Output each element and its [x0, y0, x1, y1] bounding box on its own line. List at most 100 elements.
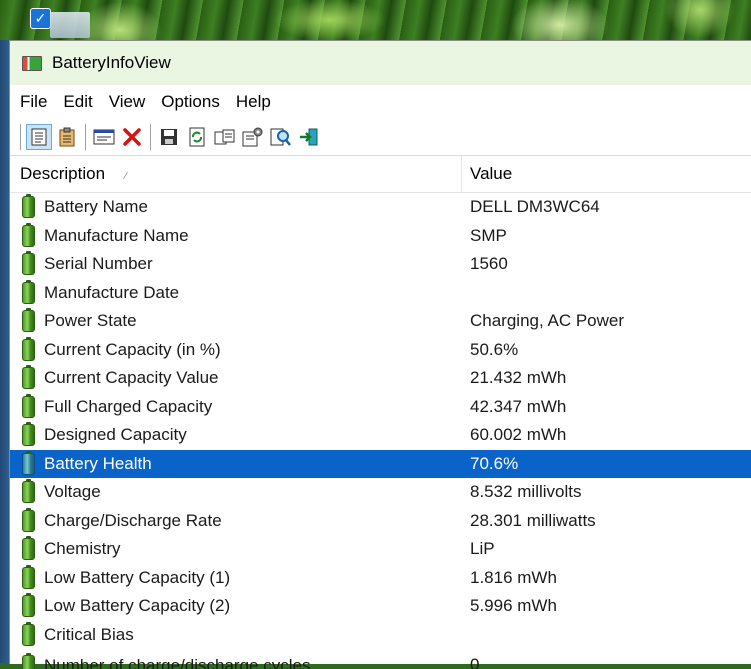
battery-icon — [22, 450, 35, 475]
row-description: Battery Health — [44, 453, 152, 473]
row-value: DELL DM3WC64 — [470, 197, 600, 217]
list-item[interactable]: Current Capacity (in %) 50.6% — [10, 336, 751, 365]
html-report-icon — [93, 129, 115, 145]
background-window-edge — [0, 40, 9, 663]
battery-icon — [22, 653, 35, 669]
title-bar[interactable]: BatteryInfoView — [10, 41, 751, 85]
row-description: Power State — [44, 311, 137, 331]
row-value: 60.002 mWh — [470, 425, 567, 445]
menu-bar: File Edit View Options Help — [10, 85, 751, 119]
battery-icon — [22, 194, 35, 219]
menu-file[interactable]: File — [12, 92, 55, 112]
row-description: Designed Capacity — [44, 425, 187, 445]
row-description: Charge/Discharge Rate — [44, 510, 222, 530]
copy-button[interactable] — [212, 124, 238, 150]
refresh-button[interactable] — [184, 124, 210, 150]
toolbar-separator — [150, 124, 151, 150]
list-item[interactable]: Power State Charging, AC Power — [10, 307, 751, 336]
row-value: 0 — [470, 655, 480, 669]
find-icon — [270, 128, 291, 146]
exit-icon — [300, 128, 318, 146]
battery-info-list[interactable]: Description ⁄ Value Battery Name DELL DM… — [10, 156, 751, 669]
battery-icon — [22, 422, 35, 447]
battery-icon — [22, 365, 35, 390]
row-value: 8.532 millivolts — [470, 482, 582, 502]
battery-icon — [22, 251, 35, 276]
column-header-description[interactable]: Description ⁄ — [10, 156, 462, 192]
list-item[interactable]: Battery Name DELL DM3WC64 — [10, 193, 751, 222]
row-value: LiP — [470, 539, 495, 559]
copy-icon — [214, 129, 235, 145]
list-item-selected[interactable]: Battery Health 70.6% — [10, 449, 751, 478]
refresh-icon — [189, 127, 205, 147]
row-description: Critical Bias — [44, 624, 134, 644]
row-value: 50.6% — [470, 339, 519, 359]
save-icon — [161, 129, 177, 145]
row-description: Low Battery Capacity (1) — [44, 567, 231, 587]
list-item[interactable]: Number of charge/discharge cycles 0 — [10, 649, 751, 669]
battery-icon — [22, 593, 35, 618]
battery-icon — [22, 564, 35, 589]
app-icon — [22, 55, 42, 71]
desktop-shortcut-icon[interactable] — [50, 12, 90, 38]
desktop-checkbox-icon[interactable]: ✓ — [30, 8, 51, 29]
list-item[interactable]: Critical Bias — [10, 621, 751, 650]
battery-icon — [22, 536, 35, 561]
row-description: Manufacture Name — [44, 225, 189, 245]
app-window: BatteryInfoView File Edit View Options H… — [9, 40, 751, 669]
row-value: 5.996 mWh — [470, 596, 557, 616]
battery-icon — [22, 479, 35, 504]
list-item[interactable]: Manufacture Name SMP — [10, 222, 751, 251]
delete-icon — [123, 128, 141, 146]
column-header-value[interactable]: Value — [462, 164, 512, 184]
battery-icon — [22, 507, 35, 532]
menu-view[interactable]: View — [101, 92, 154, 112]
row-description: Current Capacity Value — [44, 368, 219, 388]
list-item[interactable]: Full Charged Capacity 42.347 mWh — [10, 393, 751, 422]
menu-options[interactable]: Options — [153, 92, 228, 112]
window-title: BatteryInfoView — [52, 53, 171, 72]
list-item[interactable]: Low Battery Capacity (1) 1.816 mWh — [10, 564, 751, 593]
menu-help[interactable]: Help — [228, 92, 279, 112]
save-button[interactable] — [156, 124, 182, 150]
properties-view-button[interactable] — [26, 124, 52, 150]
menu-edit[interactable]: Edit — [55, 92, 100, 112]
row-value: 21.432 mWh — [470, 368, 567, 388]
row-description: Current Capacity (in %) — [44, 339, 221, 359]
list-item[interactable]: Charge/Discharge Rate 28.301 milliwatts — [10, 507, 751, 536]
sort-arrow-icon: ⁄ — [125, 170, 127, 182]
battery-icon — [22, 621, 35, 646]
battery-icon — [22, 222, 35, 247]
battery-icon — [22, 308, 35, 333]
list-header: Description ⁄ Value — [10, 156, 751, 193]
list-item[interactable]: Chemistry LiP — [10, 535, 751, 564]
options-icon — [242, 127, 263, 147]
row-description: Serial Number — [44, 254, 153, 274]
row-value: 70.6% — [470, 453, 519, 473]
list-item[interactable]: Low Battery Capacity (2) 5.996 mWh — [10, 592, 751, 621]
delete-button[interactable] — [119, 124, 145, 150]
column-header-value-label: Value — [470, 164, 513, 183]
find-button[interactable] — [268, 124, 294, 150]
row-description: Voltage — [44, 482, 101, 502]
row-description: Battery Name — [44, 197, 148, 217]
row-description: Chemistry — [44, 539, 121, 559]
toolbar-separator — [85, 124, 86, 150]
list-item[interactable]: Voltage 8.532 millivolts — [10, 478, 751, 507]
column-header-description-label: Description — [20, 164, 106, 183]
exit-button[interactable] — [296, 124, 322, 150]
row-value: 1560 — [470, 254, 508, 274]
list-item[interactable]: Manufacture Date — [10, 279, 751, 308]
options-button[interactable] — [240, 124, 266, 150]
list-item[interactable]: Serial Number 1560 — [10, 250, 751, 279]
html-report-button[interactable] — [91, 124, 117, 150]
row-value: Charging, AC Power — [470, 311, 625, 331]
clipboard-view-button[interactable] — [54, 124, 80, 150]
list-item[interactable]: Current Capacity Value 21.432 mWh — [10, 364, 751, 393]
row-value: 42.347 mWh — [470, 396, 567, 416]
battery-icon — [22, 279, 35, 304]
toolbar-separator — [20, 124, 21, 150]
list-item[interactable]: Designed Capacity 60.002 mWh — [10, 421, 751, 450]
row-description: Low Battery Capacity (2) — [44, 596, 231, 616]
battery-icon — [22, 393, 35, 418]
